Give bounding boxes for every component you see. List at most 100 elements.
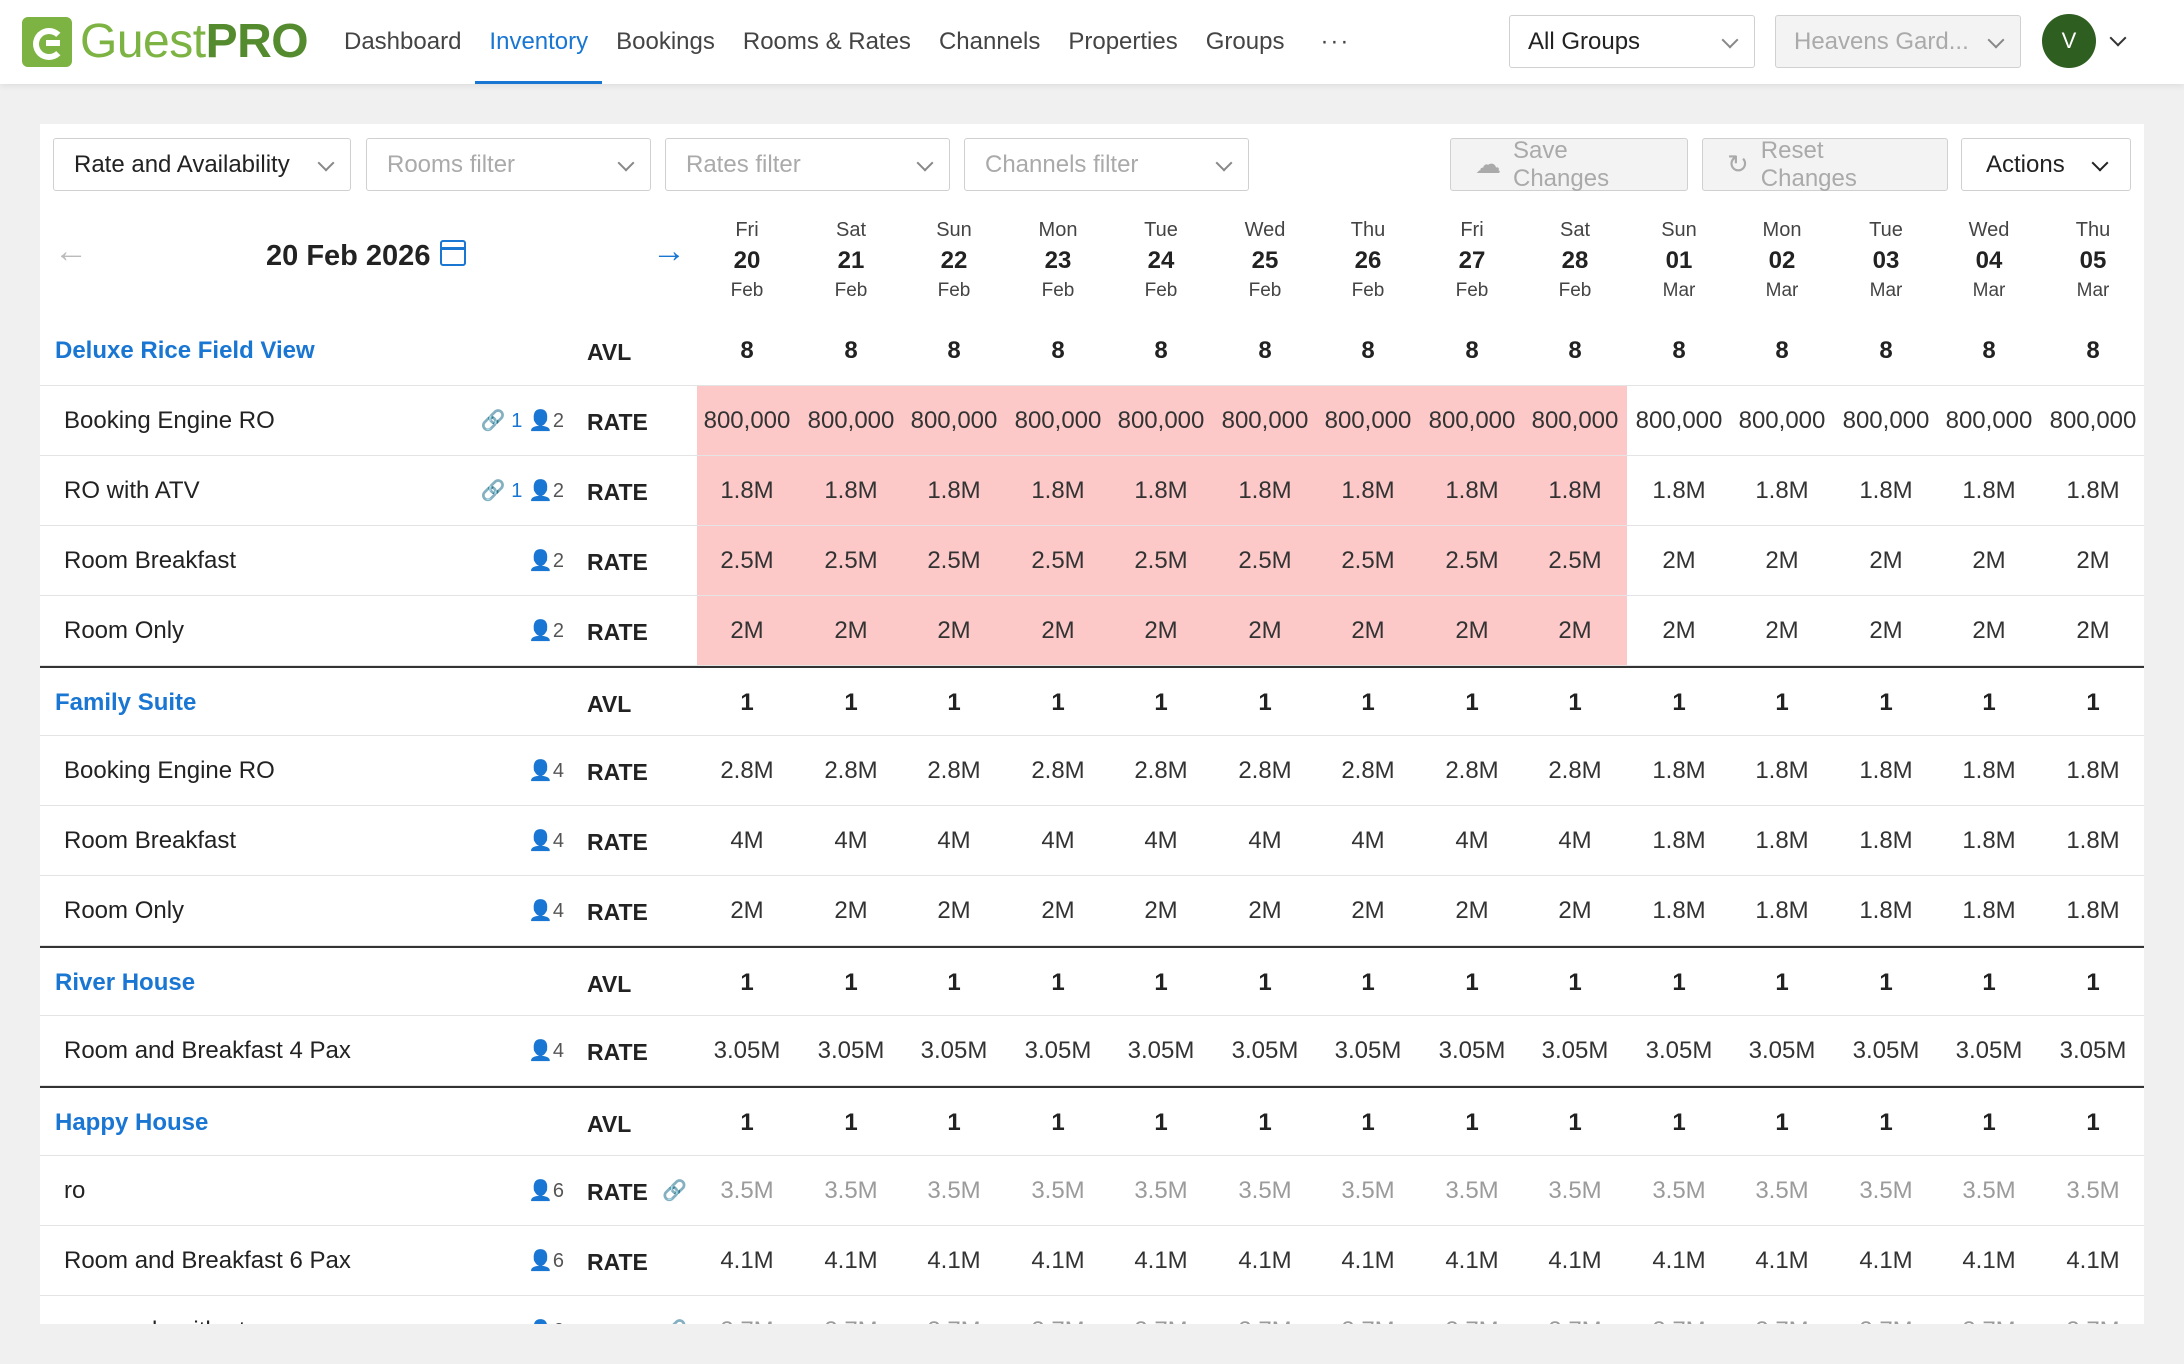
availability-cell[interactable]: 8 — [695, 316, 799, 386]
rate-cell[interactable]: 2M — [1316, 876, 1420, 946]
availability-cell[interactable]: 1 — [1937, 948, 2041, 1018]
availability-cell[interactable]: 1 — [1937, 1088, 2041, 1158]
availability-cell[interactable]: 1 — [1109, 1088, 1213, 1158]
rate-cell[interactable]: 1.8M — [2041, 736, 2144, 806]
rate-cell[interactable]: 4M — [1109, 806, 1213, 876]
rate-cell[interactable]: 2M — [695, 876, 799, 946]
availability-cell[interactable]: 1 — [1316, 948, 1420, 1018]
availability-cell[interactable]: 1 — [1109, 948, 1213, 1018]
rate-cell[interactable]: 3.05M — [902, 1016, 1006, 1086]
availability-cell[interactable]: 1 — [1420, 1088, 1524, 1158]
availability-cell[interactable]: 1 — [1834, 668, 1938, 738]
availability-cell[interactable]: 1 — [902, 1088, 1006, 1158]
rate-cell[interactable]: 1.8M — [1006, 456, 1110, 526]
rate-cell[interactable]: 3.05M — [695, 1016, 799, 1086]
room-type-name[interactable]: River House — [55, 948, 195, 1018]
rate-cell[interactable]: 4.1M — [1523, 1226, 1627, 1296]
rate-cell[interactable]: 2M — [902, 876, 1006, 946]
avatar[interactable]: V — [2042, 14, 2096, 68]
rate-cell[interactable]: 4M — [1523, 806, 1627, 876]
reset-changes-button[interactable]: ↻ Reset Changes — [1702, 137, 1948, 192]
rate-cell[interactable]: 2M — [1627, 526, 1731, 596]
rate-cell[interactable]: 800,000 — [695, 386, 799, 456]
nav-item-dashboard[interactable]: Dashboard — [330, 0, 475, 84]
rate-plan-name[interactable]: Room and Breakfast 6 Pax — [64, 1226, 351, 1296]
availability-cell[interactable]: 1 — [1730, 1088, 1834, 1158]
rate-cell[interactable]: 3.7M — [1730, 1296, 1834, 1324]
rate-cell[interactable]: 3.5M — [1109, 1156, 1213, 1226]
rate-cell[interactable]: 3.7M — [799, 1296, 903, 1324]
rate-cell[interactable]: 2M — [1834, 596, 1938, 666]
nav-item-channels[interactable]: Channels — [925, 0, 1054, 84]
rate-cell[interactable]: 4.1M — [902, 1226, 1006, 1296]
availability-cell[interactable]: 1 — [2041, 1088, 2144, 1158]
availability-cell[interactable]: 1 — [2041, 668, 2144, 738]
rate-cell[interactable]: 1.8M — [1834, 456, 1938, 526]
rate-cell[interactable]: 3.7M — [1213, 1296, 1317, 1324]
channels-filter[interactable]: Channels filter — [964, 138, 1249, 191]
nav-item-bookings[interactable]: Bookings — [602, 0, 729, 84]
rate-plan-name[interactable]: Room Breakfast — [64, 806, 236, 876]
rate-cell[interactable]: 2M — [799, 876, 903, 946]
rate-plan-name[interactable]: Room Only — [64, 876, 184, 946]
rate-cell[interactable]: 4M — [695, 806, 799, 876]
rate-cell[interactable]: 1.8M — [1730, 806, 1834, 876]
availability-cell[interactable]: 1 — [799, 668, 903, 738]
availability-cell[interactable]: 1 — [799, 948, 903, 1018]
availability-cell[interactable]: 1 — [1834, 948, 1938, 1018]
rate-cell[interactable]: 4M — [1006, 806, 1110, 876]
rate-cell[interactable]: 1.8M — [695, 456, 799, 526]
rate-cell[interactable]: 3.5M — [902, 1156, 1006, 1226]
rate-cell[interactable]: 3.5M — [1213, 1156, 1317, 1226]
availability-cell[interactable]: 1 — [1316, 1088, 1420, 1158]
rate-cell[interactable]: 3.7M — [1627, 1296, 1731, 1324]
rate-cell[interactable]: 2.5M — [1213, 526, 1317, 596]
nav-item-inventory[interactable]: Inventory — [475, 0, 602, 84]
availability-cell[interactable]: 1 — [1523, 948, 1627, 1018]
rate-cell[interactable]: 3.5M — [1937, 1156, 2041, 1226]
rate-cell[interactable]: 3.5M — [1834, 1156, 1938, 1226]
rate-cell[interactable]: 2.5M — [695, 526, 799, 596]
group-select[interactable]: All Groups — [1509, 15, 1755, 68]
availability-cell[interactable]: 1 — [1627, 668, 1731, 738]
linked-rate-icon[interactable]: 🔗 — [662, 1156, 687, 1226]
rate-cell[interactable]: 1.8M — [1834, 876, 1938, 946]
nav-more-icon[interactable]: ··· — [1298, 0, 1372, 84]
availability-cell[interactable]: 1 — [1316, 668, 1420, 738]
link-icon[interactable]: 🔗 — [481, 410, 506, 432]
rate-cell[interactable]: 3.5M — [1523, 1156, 1627, 1226]
rate-plan-name[interactable]: room only with atv — [64, 1296, 257, 1324]
rate-cell[interactable]: 1.8M — [902, 456, 1006, 526]
property-select[interactable]: Heavens Gard... — [1775, 15, 2021, 68]
availability-cell[interactable]: 8 — [1834, 316, 1938, 386]
rate-cell[interactable]: 3.05M — [1937, 1016, 2041, 1086]
calendar-icon[interactable] — [440, 240, 466, 266]
availability-cell[interactable]: 1 — [1627, 948, 1731, 1018]
rate-cell[interactable]: 800,000 — [1109, 386, 1213, 456]
rate-cell[interactable]: 800,000 — [1834, 386, 1938, 456]
rate-cell[interactable]: 2.5M — [1420, 526, 1524, 596]
rate-cell[interactable]: 2M — [902, 596, 1006, 666]
rate-cell[interactable]: 4.1M — [1420, 1226, 1524, 1296]
rate-cell[interactable]: 3.7M — [1006, 1296, 1110, 1324]
rate-cell[interactable]: 2M — [1523, 876, 1627, 946]
rate-cell[interactable]: 2.8M — [799, 736, 903, 806]
view-select[interactable]: Rate and Availability — [53, 138, 351, 191]
rate-cell[interactable]: 1.8M — [2041, 456, 2144, 526]
rate-cell[interactable]: 2M — [1523, 596, 1627, 666]
rate-cell[interactable]: 1.8M — [1834, 806, 1938, 876]
availability-cell[interactable]: 1 — [1937, 668, 2041, 738]
rate-cell[interactable]: 2.8M — [1213, 736, 1317, 806]
rate-cell[interactable]: 2M — [1316, 596, 1420, 666]
user-menu-chevron-icon[interactable] — [2109, 29, 2127, 47]
availability-cell[interactable]: 1 — [1213, 1088, 1317, 1158]
rate-cell[interactable]: 2M — [2041, 526, 2144, 596]
rate-cell[interactable]: 3.5M — [1316, 1156, 1420, 1226]
rate-cell[interactable]: 1.8M — [1523, 456, 1627, 526]
rate-plan-name[interactable]: Booking Engine RO — [64, 736, 275, 806]
availability-cell[interactable]: 8 — [1730, 316, 1834, 386]
rate-cell[interactable]: 2.8M — [902, 736, 1006, 806]
rate-cell[interactable]: 4.1M — [1730, 1226, 1834, 1296]
availability-cell[interactable]: 1 — [1627, 1088, 1731, 1158]
rate-cell[interactable]: 4.1M — [1213, 1226, 1317, 1296]
